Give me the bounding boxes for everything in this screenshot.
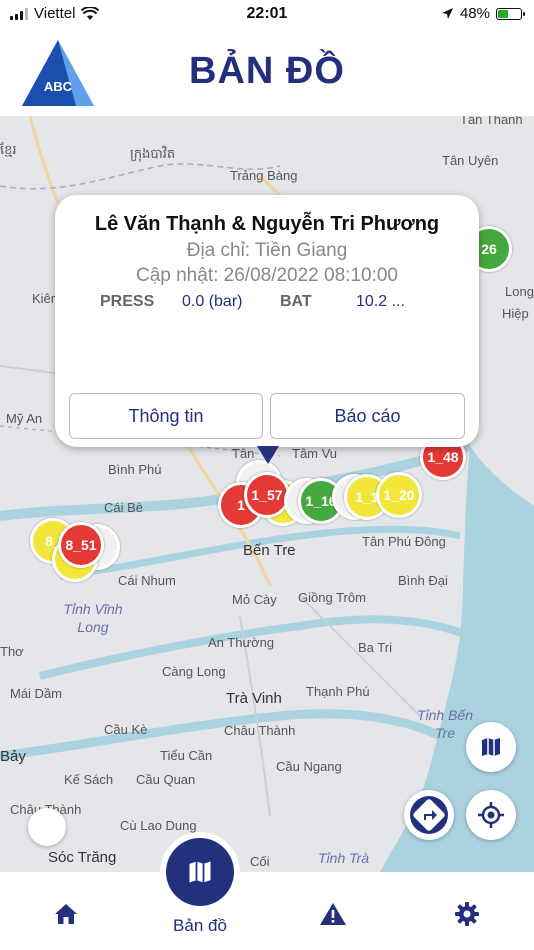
- popup-pointer: [257, 446, 279, 464]
- map-label-trang-bang: Trảng Bàng: [230, 168, 298, 183]
- station-popup: Lê Văn Thạnh & Nguyễn Tri Phương Địa chỉ…: [55, 195, 479, 464]
- battery-icon: [496, 7, 525, 20]
- map-label-binh-dai: Bình Đại: [398, 573, 448, 588]
- map-label-khmer-1: ខ្មែរ: [0, 142, 17, 157]
- map-label-tieu-can: Tiểu Cần: [160, 748, 213, 763]
- bat-label: BAT: [280, 293, 312, 310]
- map-label-giong-trom: Giồng Trôm: [298, 590, 366, 605]
- station-marker[interactable]: 8_51: [58, 522, 104, 568]
- map-label-ba-tri: Ba Tri: [358, 640, 392, 655]
- map-label-tam-vu: Tâm Vu: [292, 446, 338, 461]
- map-label-soc-trang: Sóc Trăng: [48, 849, 117, 866]
- map-icon: [189, 861, 211, 883]
- popup-metrics: PRESS 0.0 (bar) BAT 10.2 ...: [100, 293, 405, 311]
- tab-map-label: Bản đồ: [173, 916, 227, 935]
- map-label-my-an: Mỹ An: [6, 411, 43, 426]
- map-label-cau-quan: Cầu Quan: [136, 772, 196, 787]
- popup-title: Lê Văn Thạnh & Nguyễn Tri Phương: [94, 213, 440, 235]
- map-label-tan-thanh: Tân Thanh: [460, 116, 523, 127]
- app-header: ABC BẢN ĐỒ: [0, 30, 534, 116]
- map-label-an-thuong: An Thường: [208, 635, 275, 650]
- crosshair-icon: [478, 802, 504, 828]
- home-icon: [55, 904, 77, 924]
- station-marker[interactable]: 1_20: [376, 472, 422, 518]
- map-label-tan: Tân: [232, 446, 255, 461]
- map-label-chau-thanh: Châu Thành: [224, 723, 296, 738]
- map-label-tan-uyen: Tân Uyên: [442, 153, 499, 168]
- popup-updated: Cập nhật: 26/08/2022 08:10:00: [135, 265, 398, 286]
- directions-icon: [410, 796, 448, 834]
- gear-icon: [455, 902, 479, 926]
- press-label: PRESS: [100, 293, 155, 310]
- map-label-mai-dam: Mái Dầm: [10, 686, 63, 701]
- press-value: 0.0 (bar): [182, 293, 243, 310]
- station-marker[interactable]: 1_57: [244, 472, 290, 518]
- battery-fill: [498, 9, 509, 18]
- map-label-binh-phu: Bình Phú: [108, 462, 162, 477]
- tab-map-circle: [166, 838, 234, 906]
- map-label-tra-vinh: Trà Vinh: [226, 690, 282, 707]
- bottom-tab-bar: [0, 872, 534, 950]
- map-label-cau-ngang: Cầu Ngang: [276, 759, 342, 774]
- map-label-coi: Cối: [250, 854, 270, 869]
- map-label-hiep: Hiệp: [502, 306, 529, 321]
- bat-value: 10.2 ...: [356, 293, 405, 310]
- location-arrow-icon: [441, 8, 453, 19]
- info-button[interactable]: Thông tin: [69, 393, 263, 439]
- tab-settings[interactable]: [449, 896, 485, 932]
- battery-percent: 48%: [459, 5, 490, 22]
- directions-button[interactable]: [404, 790, 454, 840]
- map-label-khmer-2: ក្រុងបាវិត: [130, 146, 176, 161]
- popup-address: Địa chỉ: Tiền Giang: [186, 240, 348, 261]
- map-label-tho: Thơ: [0, 644, 24, 659]
- map-label-mo-cay: Mỏ Cày: [232, 592, 277, 607]
- map-toggle-button[interactable]: [28, 808, 66, 846]
- map-label-cai-be: Cái Bè: [104, 500, 144, 515]
- tab-alerts[interactable]: [315, 896, 351, 932]
- map-label-cai-nhum: Cái Nhum: [118, 573, 176, 588]
- map-label-bay: Bảy: [0, 748, 26, 765]
- tab-home[interactable]: [48, 896, 84, 932]
- status-right: 48%: [441, 5, 525, 22]
- tab-map[interactable]: [160, 832, 240, 912]
- warning-icon: [320, 903, 346, 925]
- map-label-ke-sach: Kế Sách: [64, 772, 114, 787]
- map-label-long: Long: [505, 284, 534, 299]
- my-location-button[interactable]: [466, 790, 516, 840]
- map-layers-button[interactable]: [466, 722, 516, 772]
- map-label-ben-tre: Bến Tre: [243, 542, 296, 559]
- map-label-tinh-tra: Tỉnh Trà: [318, 850, 370, 866]
- map-label-cau-ke: Cầu Kè: [104, 722, 148, 737]
- map-icon: [482, 738, 500, 756]
- map-label-tinh-vinh-long: Tỉnh Vĩnh Long: [63, 601, 123, 635]
- map-label-cang-long: Càng Long: [162, 664, 226, 679]
- map-label-thanh-phu: Thạnh Phú: [306, 684, 370, 699]
- page-title: BẢN ĐỒ: [189, 50, 345, 92]
- status-bar: Viettel 22:01 48%: [0, 0, 534, 30]
- report-button[interactable]: Báo cáo: [270, 393, 465, 439]
- map-label-tan-phu-dong: Tân Phú Đông: [362, 534, 446, 549]
- map-label-cu-lao-dung: Cù Lao Dung: [120, 818, 197, 833]
